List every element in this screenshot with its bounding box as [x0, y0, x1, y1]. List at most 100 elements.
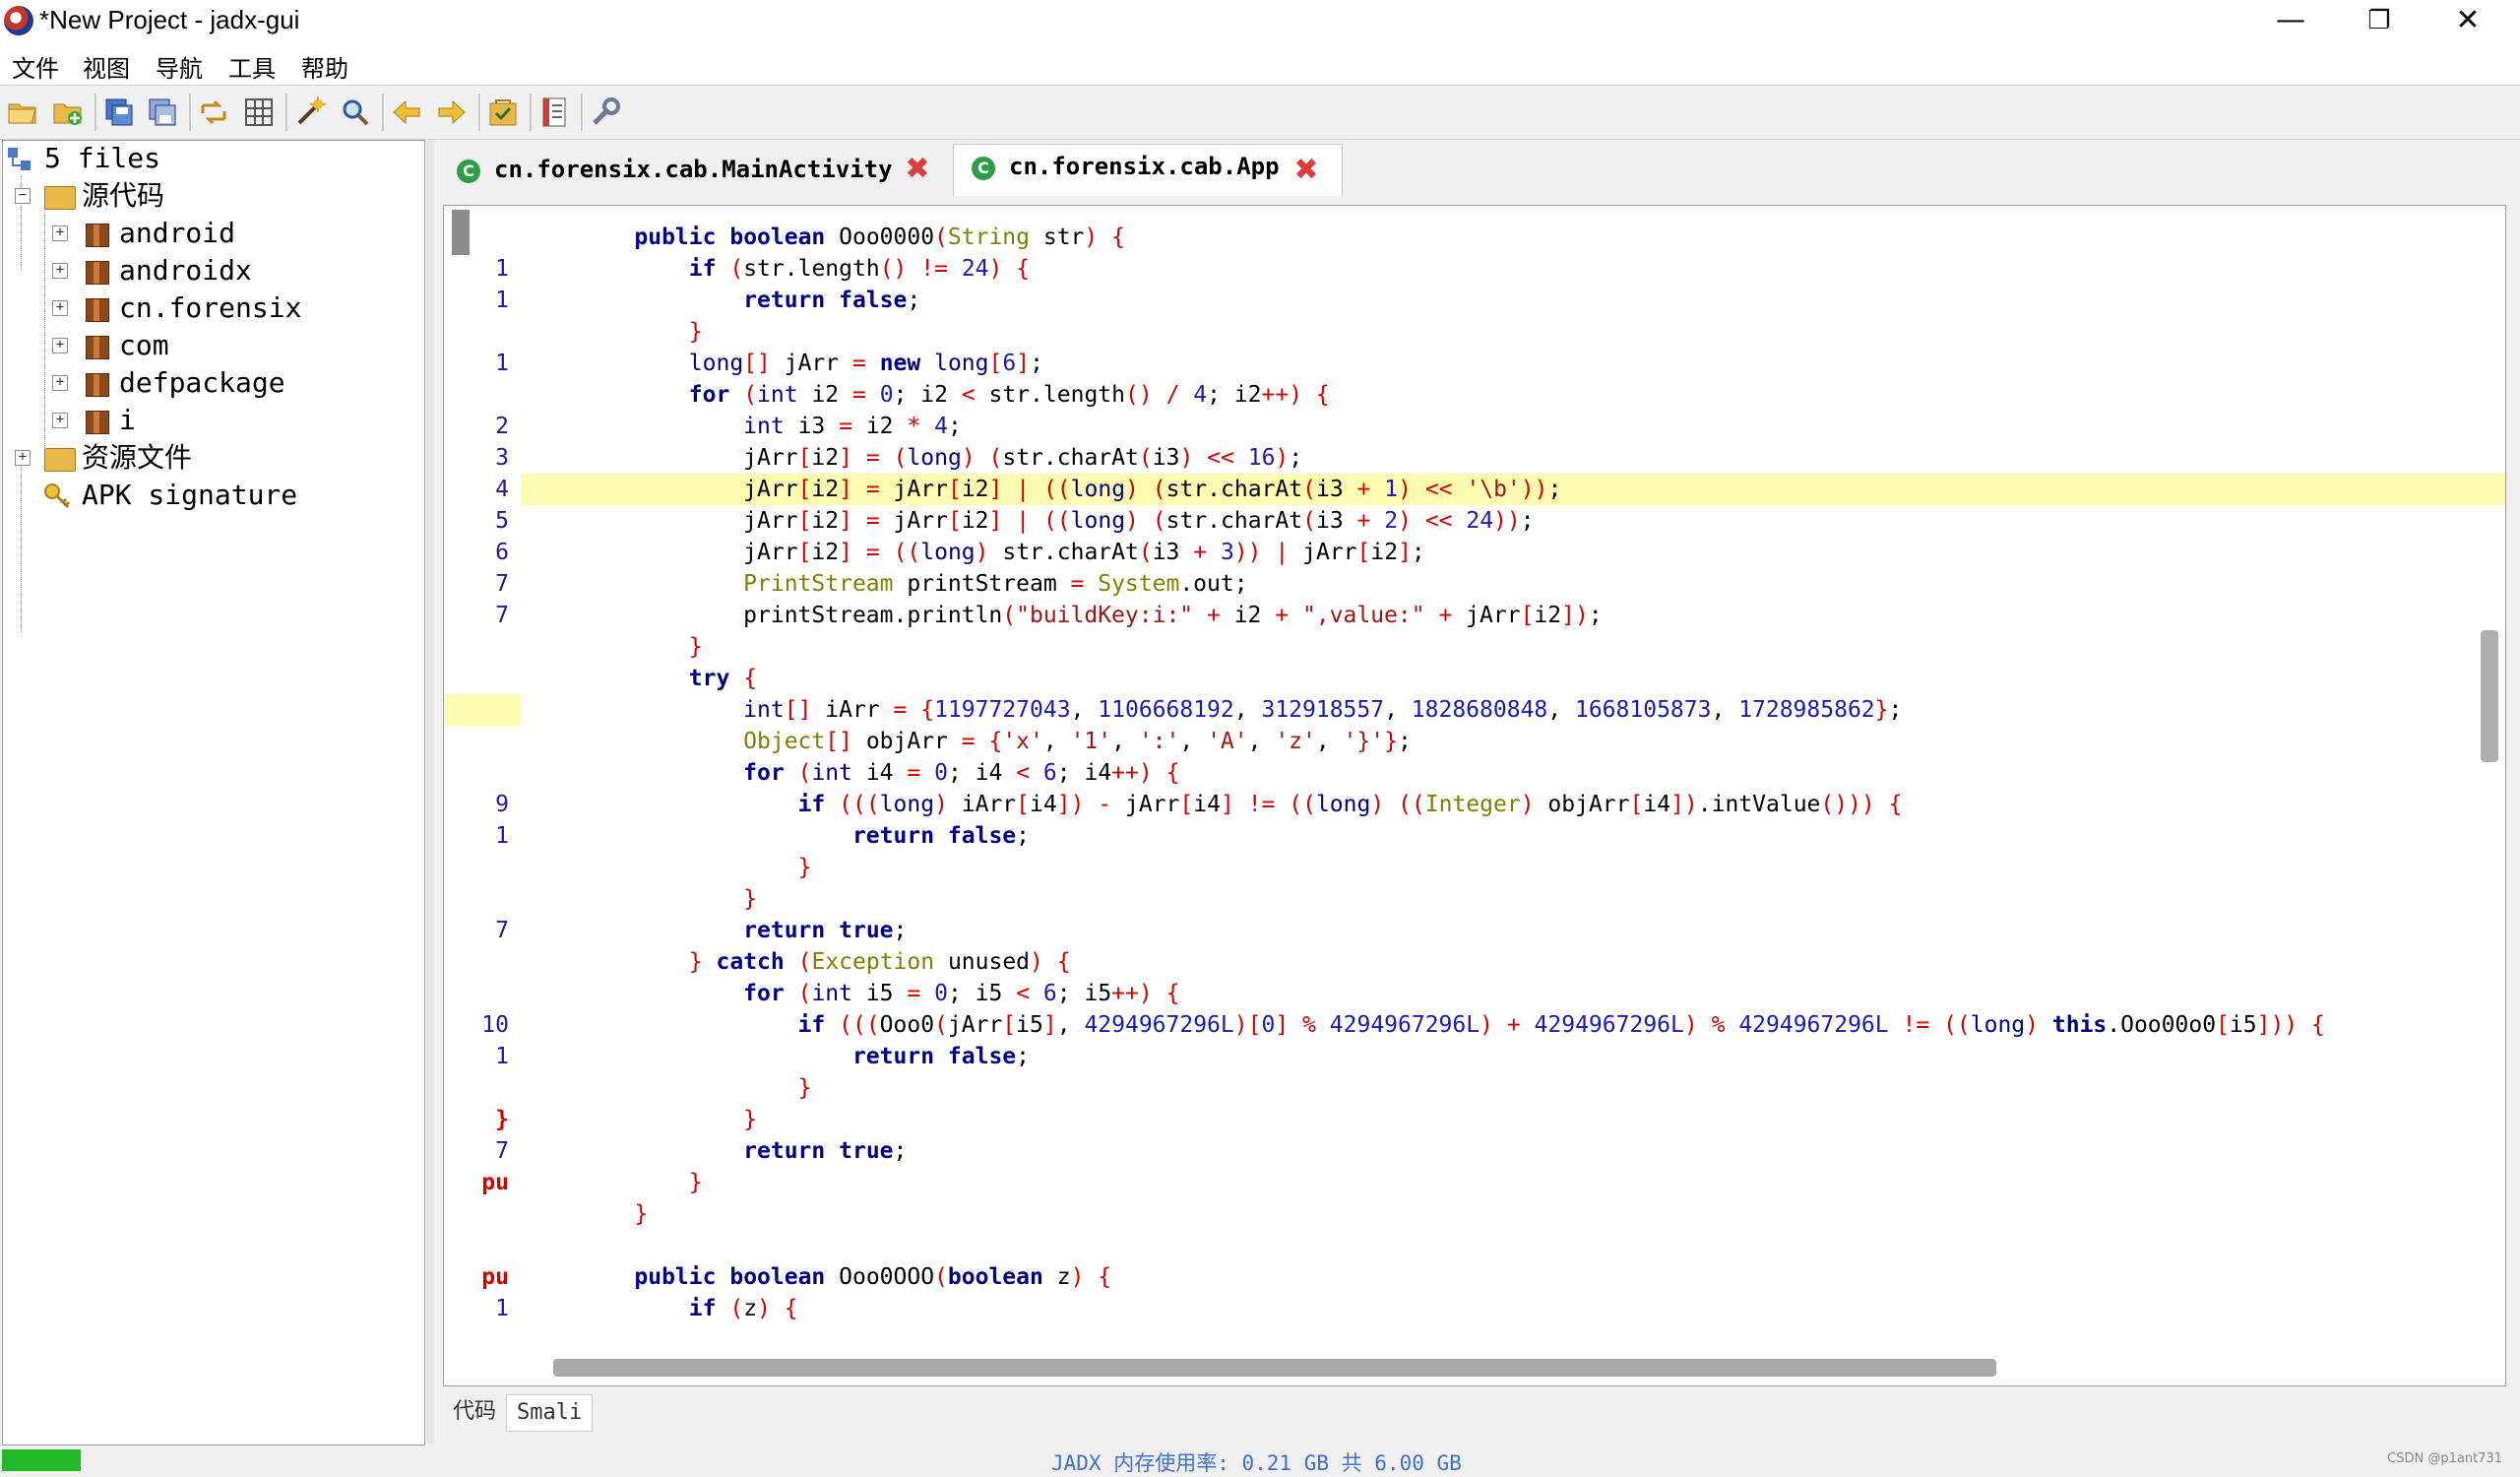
line-number: 1 [495, 823, 509, 849]
menu-file[interactable]: 文件 [12, 49, 59, 84]
project-root-icon [8, 148, 31, 170]
tree-resources-label: 资源文件 [82, 441, 193, 474]
expand-icon[interactable]: + [52, 375, 68, 391]
deobfuscation-icon[interactable] [486, 96, 520, 129]
menu-view[interactable]: 视图 [83, 49, 130, 84]
decompile-all-icon[interactable] [293, 96, 327, 129]
code-line: 3 jArr[i2] = (long) (str.charAt(i3) << 1… [444, 442, 2505, 474]
code-line: 4 jArr[i2] = jArr[i2] | ((long) (str.cha… [444, 474, 2505, 505]
code-line: pu } [444, 1167, 2505, 1198]
add-files-icon[interactable] [51, 96, 85, 129]
export-icon[interactable] [146, 96, 179, 129]
line-number: pu [481, 1264, 509, 1290]
window-title: *New Project - jadx-gui [39, 5, 300, 34]
code-text: int[] iArr = {1197727043, 1106668192, 31… [743, 697, 1903, 723]
tab-app[interactable]: cn.forensix.cab.App ✖ [953, 144, 1343, 196]
tab-label: cn.forensix.cab.App [1009, 153, 1280, 180]
code-line: 7 PrintStream printStream = System.out; [444, 568, 2505, 600]
open-file-icon[interactable] [6, 96, 39, 129]
editor-tabs: cn.forensix.cab.MainActivity ✖ cn.forens… [435, 140, 2520, 199]
code-line: 1 if (z) { [444, 1293, 2505, 1324]
save-all-icon[interactable] [102, 96, 136, 129]
code-line: 7 return true; [444, 915, 2505, 946]
code-text: for (int i5 = 0; i5 < 6; i5++) { [743, 981, 1180, 1006]
forward-icon[interactable] [435, 96, 469, 129]
package-icon [86, 298, 109, 322]
jadx-app-icon [4, 6, 33, 35]
expand-icon[interactable]: + [52, 338, 68, 353]
code-line: } [444, 852, 2505, 883]
collapse-icon[interactable]: − [15, 188, 31, 204]
code-line: for (int i2 = 0; i2 < str.length() / 4; … [444, 379, 2505, 411]
code-text: Object[] objArr = {'x', '1', ':', 'A', '… [743, 729, 1412, 754]
vertical-scrollbar[interactable] [2481, 630, 2498, 762]
line-number: 1 [495, 1044, 509, 1069]
code-line: 1 return false; [444, 285, 2505, 316]
code-text: } [797, 1075, 812, 1101]
panel-splitter[interactable] [426, 140, 434, 1444]
code-text: } [688, 634, 703, 660]
toolbar-separator [382, 94, 385, 131]
menu-tools[interactable]: 工具 [228, 49, 276, 84]
back-icon[interactable] [390, 96, 423, 129]
expand-icon[interactable]: + [52, 413, 68, 428]
tree-package-label: i [119, 404, 136, 436]
folder-open-icon [44, 186, 76, 210]
code-line: 1 return false; [444, 820, 2505, 852]
expand-icon[interactable]: + [52, 263, 68, 279]
horizontal-scrollbar[interactable] [553, 1359, 1996, 1377]
code-text: jArr[i2] = ((long) str.charAt(i3 + 3)) |… [580, 540, 1425, 565]
code-text: if (z) { [688, 1296, 798, 1321]
flatten-packages-icon[interactable] [242, 96, 276, 129]
menu-help[interactable]: 帮助 [301, 49, 348, 84]
preferences-icon[interactable] [589, 96, 622, 129]
tab-smali[interactable]: Smali [506, 1394, 594, 1432]
code-line: for (int i5 = 0; i5 < 6; i5++) { [444, 978, 2505, 1009]
line-number: 7 [495, 918, 509, 943]
log-viewer-icon[interactable] [537, 96, 571, 129]
tree-root-label: 5 files [44, 142, 161, 174]
code-line: } catch (Exception unused) { [444, 946, 2505, 978]
tab-code[interactable]: 代码 [443, 1394, 506, 1430]
code-line: pu public boolean Ooo0OOO(boolean z) { [444, 1261, 2505, 1293]
line-number: 7 [495, 571, 509, 597]
minimize-button[interactable]: — [2246, 0, 2335, 43]
code-line: try { [444, 663, 2505, 694]
expand-icon[interactable]: + [52, 300, 68, 316]
sync-icon[interactable] [197, 96, 230, 129]
code-text: } catch (Exception unused) { [688, 949, 1071, 975]
code-editor[interactable]: public boolean Ooo0000(String str) {1 if… [443, 205, 2506, 1386]
view-mode-tabs: 代码 Smali [443, 1390, 2504, 1434]
package-icon [86, 336, 109, 359]
line-number: 1 [495, 351, 509, 376]
toolbar-separator [530, 94, 533, 131]
tree-guide-line [21, 456, 22, 633]
code-text: return false; [743, 288, 921, 313]
search-icon[interactable] [339, 96, 372, 129]
code-text: for (int i2 = 0; i2 < str.length() / 4; … [688, 382, 1330, 408]
code-text: PrintStream printStream = System.out; [743, 571, 1248, 597]
tree-package-label: cn.forensix [119, 291, 302, 324]
code-text: if (((Ooo0(jArr[i5], 4294967296L)[0] % 4… [797, 1012, 2325, 1038]
status-bar: JADX 内存使用率: 0.21 GB 共 6.00 GB CSDN @p1an… [0, 1445, 2520, 1475]
code-line: 10 if (((Ooo0(jArr[i5], 4294967296L)[0] … [444, 1009, 2505, 1041]
close-tab-icon[interactable]: ✖ [904, 155, 931, 184]
code-text: return true; [743, 918, 908, 943]
tab-mainactivity[interactable]: cn.forensix.cab.MainActivity ✖ [437, 144, 949, 195]
restore-button[interactable]: ❐ [2335, 0, 2424, 43]
code-text: } [688, 1170, 703, 1195]
menu-bar: 文件 视图 导航 工具 帮助 [0, 43, 2520, 86]
code-line: } [444, 1198, 2505, 1230]
code-line: } [444, 316, 2505, 348]
close-window-button[interactable]: ✕ [2424, 0, 2512, 43]
expand-icon[interactable]: + [15, 450, 31, 466]
expand-icon[interactable]: + [52, 225, 68, 241]
package-icon [86, 411, 109, 434]
code-text: jArr[i2] = jArr[i2] | ((long) (str.charA… [580, 477, 1562, 502]
toolbar-separator [189, 94, 192, 131]
close-tab-icon[interactable]: ✖ [1292, 156, 1320, 185]
tree-package-label: android [119, 217, 236, 249]
tree-package-label: com [119, 329, 169, 361]
title-bar: *New Project - jadx-gui — ❐ ✕ [0, 0, 2520, 43]
menu-navigation[interactable]: 导航 [156, 49, 203, 84]
